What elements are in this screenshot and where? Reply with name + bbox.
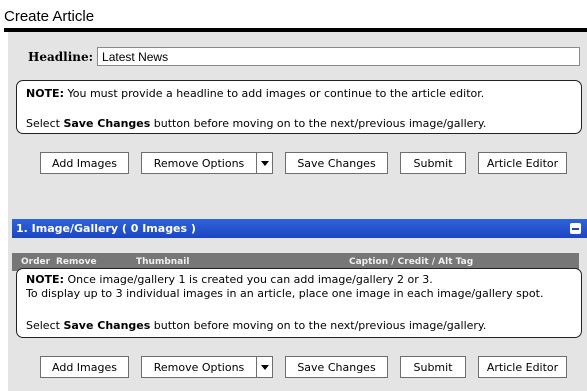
headline-row: Headline:: [28, 47, 581, 66]
minus-icon[interactable]: [570, 223, 581, 234]
article-editor-button[interactable]: Article Editor: [478, 152, 567, 174]
save-changes-button[interactable]: Save Changes: [285, 152, 388, 174]
add-images-button[interactable]: Add Images: [40, 356, 129, 378]
remove-options-button[interactable]: Remove Options: [141, 152, 257, 174]
caret-down-icon[interactable]: [257, 356, 273, 378]
note-text: Select: [26, 319, 64, 332]
column-thumbnail: Thumbnail: [136, 257, 190, 267]
note-text: button before moving on to the next/prev…: [150, 117, 487, 130]
gallery-section-header[interactable]: 1. Image/Gallery ( 0 Images ): [12, 219, 587, 238]
note-text: Once image/gallery 1 is created you can …: [63, 273, 433, 286]
caret-down-icon[interactable]: [257, 152, 273, 174]
note-text: button before moving on to the next/prev…: [150, 319, 487, 332]
page-title: Create Article: [4, 8, 95, 25]
note-line-3: Select Save Changes button before moving…: [26, 319, 486, 332]
article-editor-button[interactable]: Article Editor: [478, 356, 567, 378]
note-line-2: To display up to 3 individual images in …: [26, 287, 544, 300]
button-row-top: Add Images Remove Options Save Changes S…: [40, 152, 567, 174]
note-text: You must provide a headline to add image…: [63, 87, 485, 100]
headline-label: Headline:: [28, 49, 94, 64]
remove-options-button[interactable]: Remove Options: [141, 356, 257, 378]
note-line-1: NOTE: You must provide a headline to add…: [26, 87, 484, 100]
note-emphasis: Save Changes: [63, 117, 151, 130]
column-caption: Caption / Credit / Alt Tag: [349, 257, 474, 267]
note-text: Select: [26, 117, 64, 130]
submit-button[interactable]: Submit: [400, 356, 466, 378]
column-remove: Remove: [56, 257, 97, 267]
column-order: Order: [21, 257, 51, 267]
note-box-headline: NOTE: You must provide a headline to add…: [16, 80, 582, 134]
note-line-2: Select Save Changes button before moving…: [26, 117, 486, 130]
add-images-button[interactable]: Add Images: [40, 152, 129, 174]
note-label: NOTE:: [26, 273, 64, 286]
gallery-title: 1. Image/Gallery ( 0 Images ): [16, 222, 196, 235]
headline-input[interactable]: [97, 47, 581, 66]
note-line-1: NOTE: Once image/gallery 1 is created yo…: [26, 273, 433, 286]
button-row-bottom: Add Images Remove Options Save Changes S…: [40, 356, 567, 378]
note-box-gallery: NOTE: Once image/gallery 1 is created yo…: [16, 268, 582, 338]
note-emphasis: Save Changes: [63, 319, 151, 332]
submit-button[interactable]: Submit: [400, 152, 466, 174]
note-label: NOTE:: [26, 87, 64, 100]
save-changes-button[interactable]: Save Changes: [285, 356, 388, 378]
